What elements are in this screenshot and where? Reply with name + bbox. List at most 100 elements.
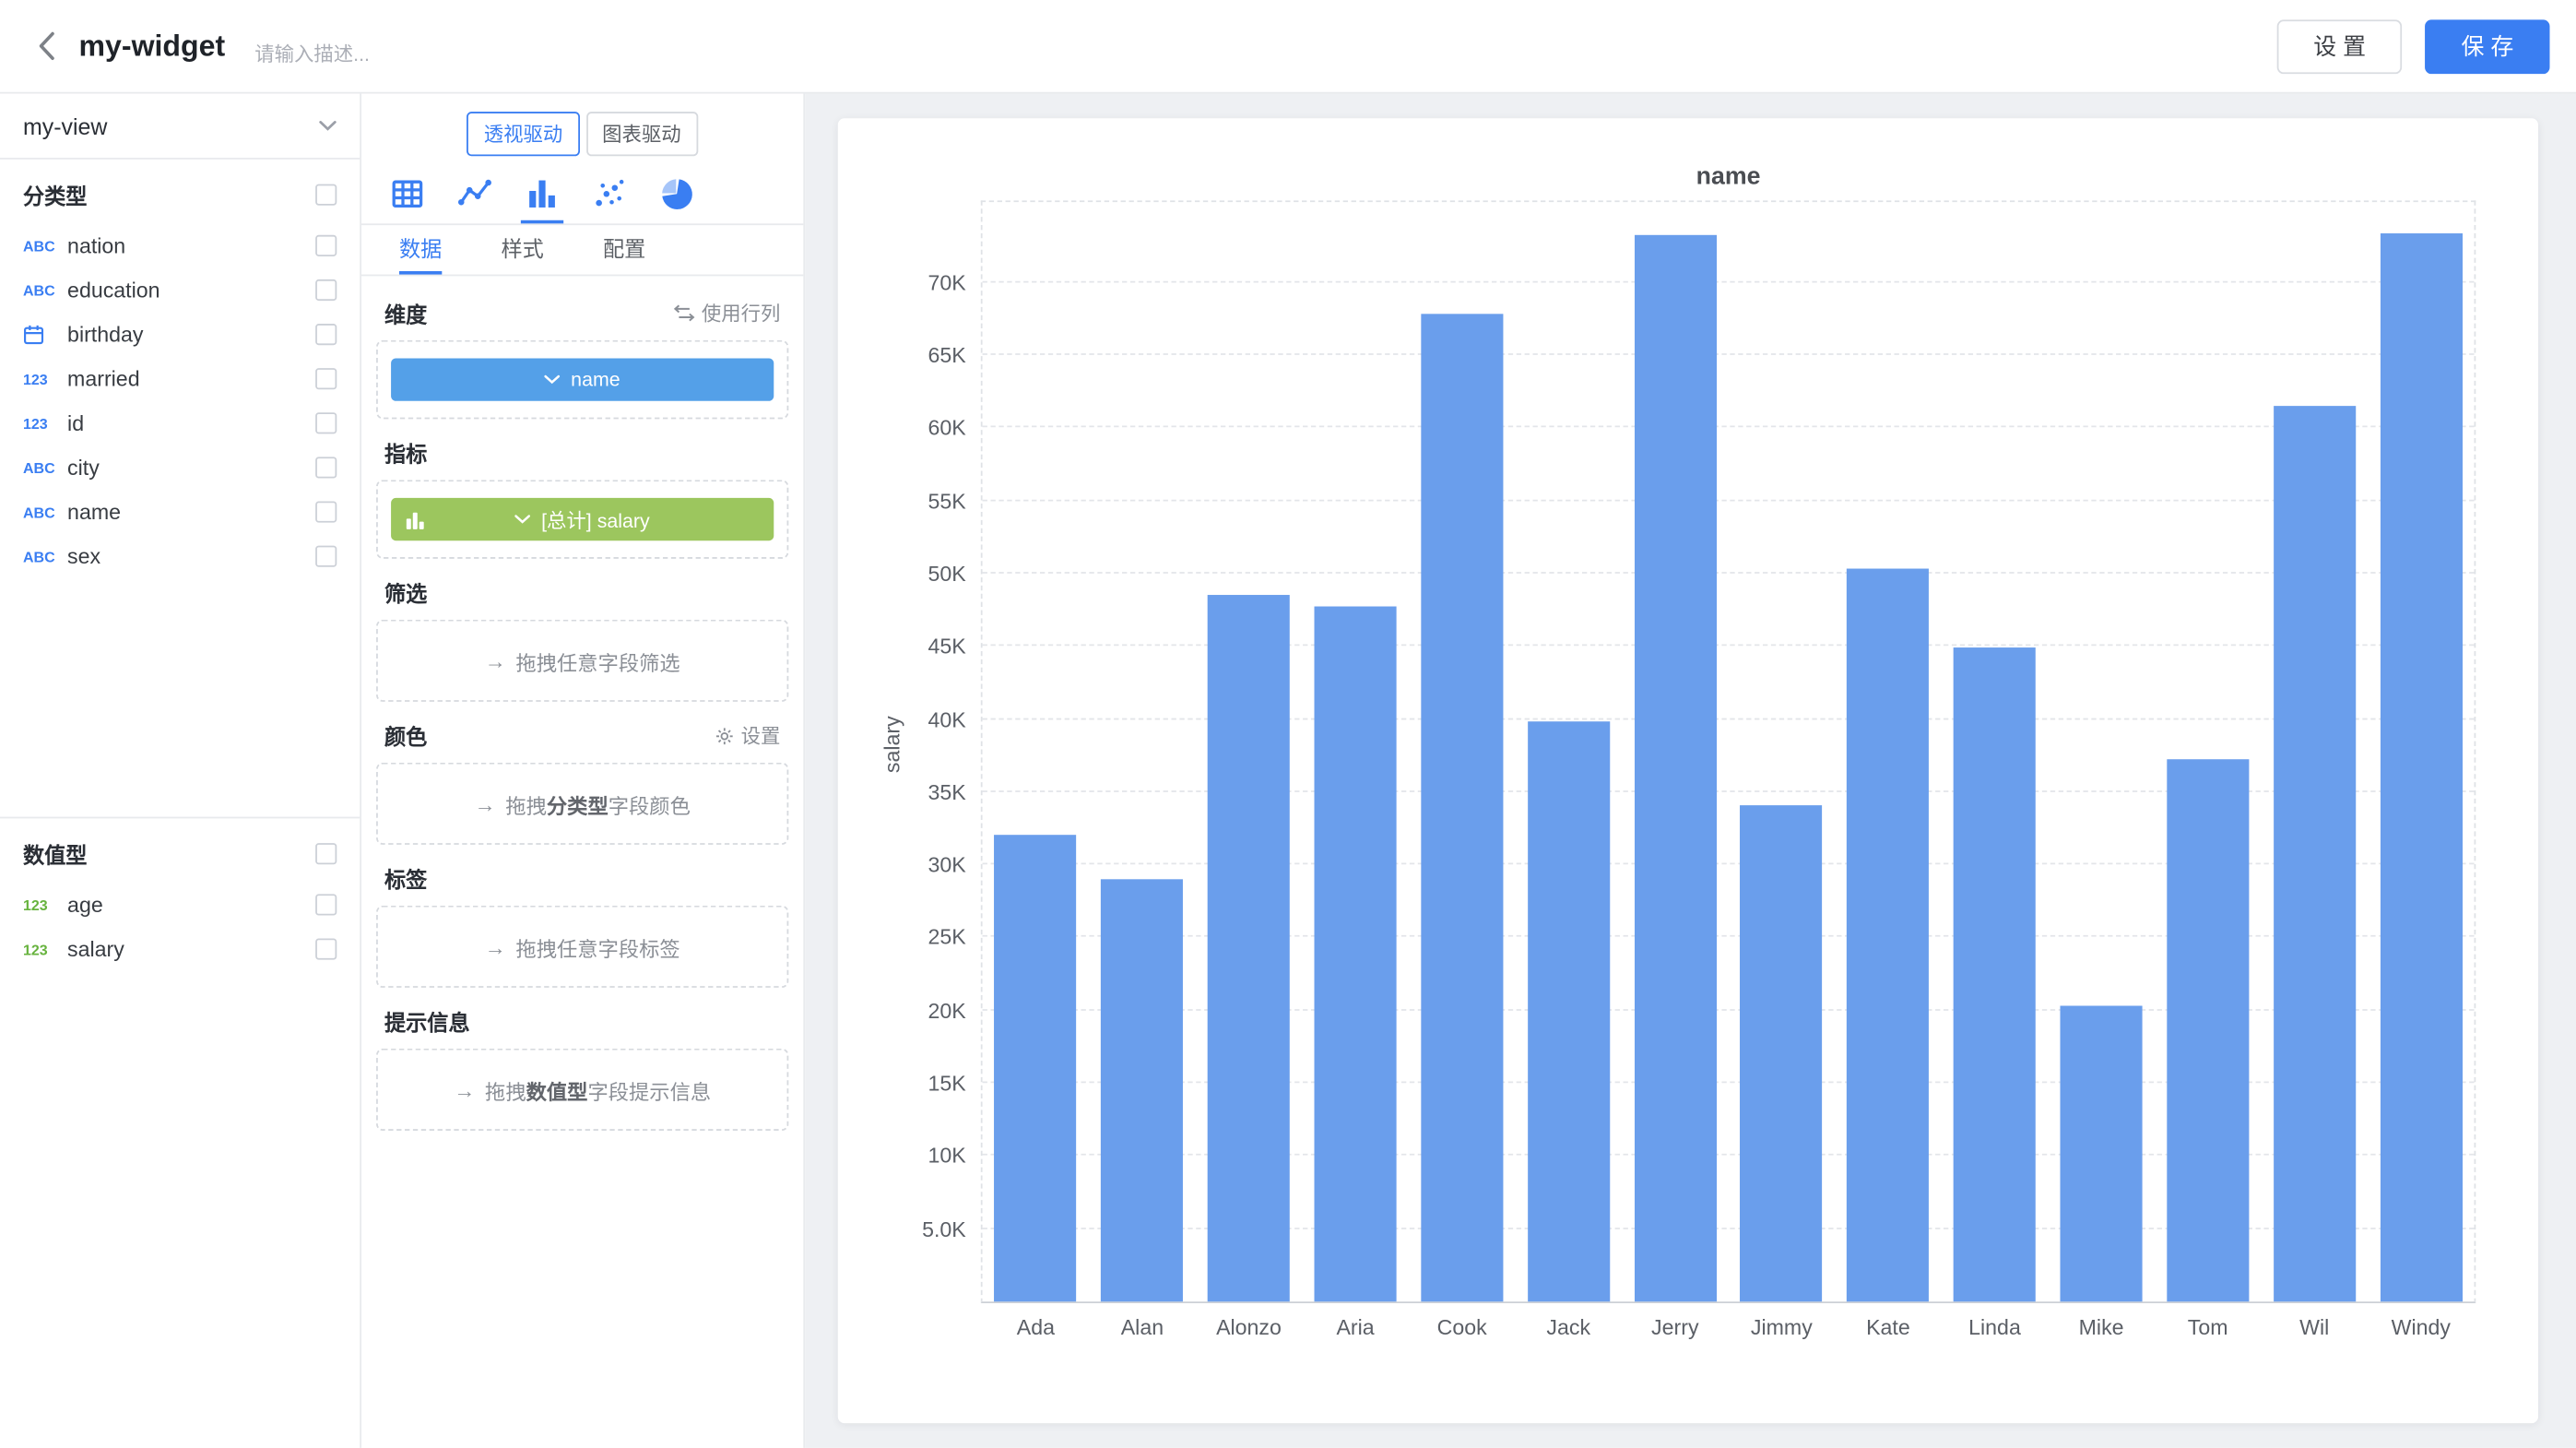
field-item-sex[interactable]: ABCsex (0, 534, 360, 578)
color-section-header: 颜色 设置 (384, 719, 780, 751)
calendar-icon (23, 324, 67, 345)
description-input[interactable]: 请输入描述... (254, 39, 370, 66)
bar-linda[interactable] (1954, 647, 2036, 1301)
tab-style[interactable]: 样式 (502, 225, 544, 274)
bar-windy[interactable] (2380, 232, 2462, 1301)
bar-slot (1515, 202, 1622, 1301)
bar-kate[interactable] (1847, 569, 1929, 1301)
back-button[interactable] (27, 25, 66, 67)
field-item-nation[interactable]: ABCnation (0, 223, 360, 267)
measure-chip[interactable]: [总计] salary (391, 498, 774, 540)
y-tick-label: 60K (928, 416, 966, 441)
field-sections: 分类型ABCnationABCeducationbirthday123marri… (0, 160, 360, 1448)
field-item-married[interactable]: 123married (0, 357, 360, 401)
field-section-categorical: 分类型ABCnationABCeducationbirthday123marri… (0, 160, 360, 817)
color-settings-button[interactable]: 设置 (715, 721, 780, 749)
field-section-title: 数值型 (23, 838, 88, 870)
field-checkbox[interactable] (315, 457, 337, 478)
color-drop-zone[interactable]: → 拖拽分类型字段颜色 (376, 763, 788, 845)
bar-tom[interactable] (2167, 758, 2249, 1301)
topbar: my-widget 请输入描述... 设 置 保 存 (0, 0, 2576, 94)
field-checkbox[interactable] (315, 324, 337, 345)
x-tick-label: Windy (2368, 1315, 2475, 1340)
bar-jimmy[interactable] (1741, 805, 1823, 1301)
field-checkbox[interactable] (315, 938, 337, 959)
bar-ada[interactable] (995, 836, 1077, 1301)
plot-area: 5.0K10K15K20K25K30K35K40K45K50K55K60K65K… (981, 200, 2476, 1303)
content: my-view 分类型ABCnationABCeducationbirthday… (0, 94, 2576, 1448)
view-selector[interactable]: my-view (0, 94, 360, 160)
y-tick-label: 25K (928, 925, 966, 950)
tooltip-drop-zone[interactable]: → 拖拽数值型字段提示信息 (376, 1049, 788, 1131)
label-section-title: 标签 (384, 862, 427, 894)
filter-section-title: 筛选 (384, 576, 427, 608)
dimension-section-header: 维度 使用行列 (384, 298, 780, 329)
text-field-icon: ABC (23, 548, 67, 564)
dimension-drop-zone[interactable]: name (376, 340, 788, 420)
tab-config[interactable]: 配置 (603, 225, 645, 274)
field-item-education[interactable]: ABCeducation (0, 267, 360, 312)
bar-aria[interactable] (1315, 607, 1397, 1301)
field-item-salary[interactable]: 123salary (0, 927, 360, 971)
field-item-id[interactable]: 123id (0, 401, 360, 445)
tooltip-section-title: 提示信息 (384, 1006, 470, 1038)
bar-slot (1622, 202, 1729, 1301)
field-item-birthday[interactable]: birthday (0, 313, 360, 357)
field-checkbox[interactable] (315, 368, 337, 389)
text-field-icon: ABC (23, 459, 67, 476)
x-tick-label: Ada (983, 1315, 1090, 1340)
bar-alan[interactable] (1101, 879, 1183, 1301)
measure-drop-zone[interactable]: [总计] salary (376, 480, 788, 559)
field-item-age[interactable]: 123age (0, 883, 360, 927)
bar-alonzo[interactable] (1208, 595, 1290, 1301)
number-field-icon: 123 (23, 371, 67, 387)
tab-data[interactable]: 数据 (399, 225, 442, 274)
bar-cook[interactable] (1421, 315, 1503, 1301)
dimension-chip-label: name (571, 368, 620, 391)
filter-drop-zone[interactable]: → 拖拽任意字段筛选 (376, 620, 788, 702)
measure-chip-label: [总计] salary (541, 505, 650, 533)
select-all-checkbox[interactable] (315, 843, 337, 864)
field-checkbox[interactable] (315, 546, 337, 567)
y-tick-label: 10K (928, 1144, 966, 1169)
y-tick-label: 5.0K (922, 1217, 966, 1241)
bar-slot (2155, 202, 2262, 1301)
save-button[interactable]: 保 存 (2425, 18, 2549, 73)
bar-wil[interactable] (2274, 406, 2356, 1301)
mode-chart-button[interactable]: 图表驱动 (585, 112, 697, 156)
arrow-right-icon: → (454, 1077, 475, 1102)
y-tick-label: 65K (928, 343, 966, 368)
field-checkbox[interactable] (315, 412, 337, 433)
y-tick-label: 30K (928, 852, 966, 877)
number-field-icon: 123 (23, 941, 67, 957)
bar-slot (1089, 202, 1196, 1301)
scatter-chart-icon[interactable] (588, 176, 631, 224)
bar-chart-icon[interactable] (521, 176, 563, 224)
chevron-left-icon (37, 31, 55, 61)
dimension-chip[interactable]: name (391, 358, 774, 400)
x-tick-label: Alonzo (1196, 1315, 1303, 1340)
field-checkbox[interactable] (315, 501, 337, 522)
field-checkbox[interactable] (315, 279, 337, 301)
select-all-checkbox[interactable] (315, 184, 337, 206)
pie-chart-icon[interactable] (656, 176, 698, 224)
x-tick-label: Kate (1835, 1315, 1942, 1340)
field-checkbox[interactable] (315, 235, 337, 256)
field-checkbox[interactable] (315, 894, 337, 915)
field-item-name[interactable]: ABCname (0, 490, 360, 534)
mode-pivot-button[interactable]: 透视驱动 (467, 112, 579, 156)
label-drop-zone[interactable]: → 拖拽任意字段标签 (376, 906, 788, 988)
settings-button[interactable]: 设 置 (2277, 18, 2402, 73)
use-rows-cols-button[interactable]: 使用行列 (674, 299, 781, 326)
bar-mike[interactable] (2061, 1006, 2143, 1302)
field-item-city[interactable]: ABCcity (0, 445, 360, 490)
bar-jerry[interactable] (1634, 236, 1716, 1302)
chart-title: name (981, 162, 2476, 190)
line-chart-icon[interactable] (454, 176, 496, 224)
field-name: city (67, 456, 315, 481)
bar-slot (1835, 202, 1942, 1301)
bar-jack[interactable] (1528, 722, 1610, 1301)
table-icon[interactable] (386, 176, 429, 224)
widget-editor: my-widget 请输入描述... 设 置 保 存 my-view 分类型AB… (0, 0, 2576, 1448)
topbar-actions: 设 置 保 存 (2277, 18, 2576, 73)
